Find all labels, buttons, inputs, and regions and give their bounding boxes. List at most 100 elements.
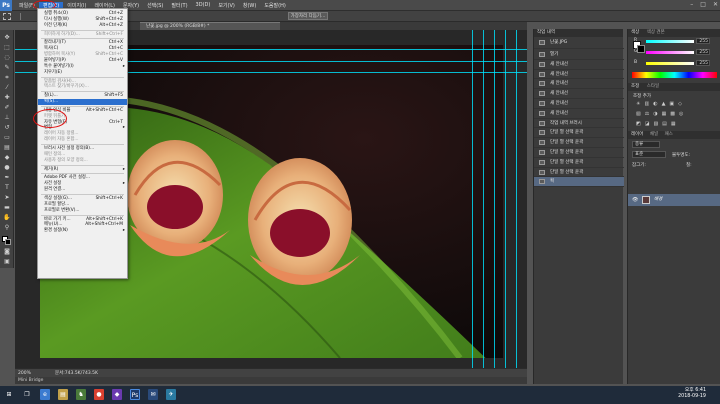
clock[interactable]: 오후 6:41 2018-09-19 xyxy=(678,388,706,400)
maximize-icon[interactable]: □ xyxy=(700,1,706,8)
layer-filter-kind[interactable]: 종류 xyxy=(632,141,660,148)
crop-tool-icon[interactable]: ⌗ xyxy=(3,74,11,81)
tab-color[interactable]: 색상 xyxy=(631,30,639,35)
shape-tool-icon[interactable]: ▬ xyxy=(3,204,11,211)
edit-menu-item[interactable]: 제거(R) ▸ xyxy=(38,167,127,173)
channel-r-value[interactable]: 255 xyxy=(696,38,710,44)
minimize-icon[interactable]: – xyxy=(690,1,693,8)
dodge-tool-icon[interactable]: ● xyxy=(3,164,11,171)
layers-panel-tabs[interactable]: 레이어 채널 패스 xyxy=(628,131,720,139)
color-spectrum-bar[interactable] xyxy=(632,72,717,78)
move-tool-icon[interactable]: ✥ xyxy=(3,34,11,41)
refine-edge-button[interactable]: 가장자리 다듬기... xyxy=(288,12,328,20)
app-icon-3[interactable]: ♞ xyxy=(76,389,86,400)
status-bar: 200% 문서:743.5K/743.5K xyxy=(15,368,527,377)
history-item[interactable]: 새 안내선 xyxy=(534,89,624,99)
close-icon[interactable]: ✕ xyxy=(713,1,718,8)
color-bg-swatch[interactable] xyxy=(637,45,645,53)
channel-g-slider[interactable] xyxy=(646,51,694,54)
app-icon-8[interactable]: ✈ xyxy=(166,389,176,400)
tab-adjustments[interactable]: 조정 xyxy=(631,84,639,89)
menu-separator xyxy=(41,29,124,31)
photoshop-taskbar-icon[interactable]: Ps xyxy=(130,389,140,400)
adjustment-icons-row2[interactable]: ▧⚖◑▦▩◎ xyxy=(636,111,687,117)
history-item[interactable]: 단일 열 선택 윤곽 xyxy=(534,138,624,148)
eraser-tool-icon[interactable]: ▭ xyxy=(3,134,11,141)
screen-mode-icon[interactable]: ▣ xyxy=(3,258,11,265)
type-tool-icon[interactable]: T xyxy=(3,184,11,191)
menu-select[interactable]: 선택(S) xyxy=(143,2,167,9)
gradient-tool-icon[interactable]: ▤ xyxy=(3,144,11,151)
history-item[interactable]: 새 안내선 xyxy=(534,109,624,119)
history-item[interactable]: 작업 내역 브러시 xyxy=(534,119,624,129)
history-panel-tab[interactable]: 작업 내역 xyxy=(534,29,623,37)
quick-select-tool-icon[interactable]: ✎ xyxy=(3,64,11,71)
channel-b-slider[interactable] xyxy=(646,62,694,65)
zoom-tool-icon[interactable]: ⚲ xyxy=(3,224,11,231)
blend-mode-select[interactable]: 표준 xyxy=(632,151,666,158)
edit-menu-item-label: 특수 붙여넣기(I) xyxy=(44,63,74,69)
visibility-eye-icon[interactable]: 👁 xyxy=(632,194,638,206)
quick-mask-icon[interactable]: ◙ xyxy=(3,248,11,255)
app-icon-4[interactable]: ● xyxy=(94,389,104,400)
adjustments-panel-tabs[interactable]: 조정 스타일 xyxy=(628,83,720,91)
app-icon-2[interactable]: ▤ xyxy=(58,389,68,400)
lasso-tool-icon[interactable]: ◌ xyxy=(3,54,11,61)
history-item[interactable]: 단일 열 선택 윤곽 xyxy=(534,148,624,158)
color-panel-tabs[interactable]: 색상 색상 견본 xyxy=(628,29,720,37)
tab-styles[interactable]: 스타일 xyxy=(647,84,659,89)
menu-window[interactable]: 창(W) xyxy=(239,2,260,9)
history-item[interactable]: 단일 열 선택 윤곽 xyxy=(534,168,624,178)
tab-layers[interactable]: 레이어 xyxy=(631,132,643,137)
history-item[interactable]: 단일 열 선택 윤곽 xyxy=(534,128,624,139)
brush-tool-icon[interactable]: ✐ xyxy=(3,104,11,111)
edit-menu-item[interactable]: 원격 연결... xyxy=(38,187,127,193)
tab-swatches[interactable]: 색상 견본 xyxy=(647,30,665,35)
edit-menu-item[interactable]: 환경 설정(N) ▸ xyxy=(38,228,127,234)
taskview-icon[interactable]: ❐ xyxy=(22,389,32,400)
history-item[interactable]: 열기 xyxy=(534,50,624,60)
edit-menu-item[interactable]: 지우기(E) xyxy=(38,70,127,76)
history-item[interactable]: 획 xyxy=(534,177,624,188)
history-item[interactable]: 단일 열 선택 윤곽 xyxy=(534,158,624,168)
history-snapshot[interactable]: 난꽃.JPG xyxy=(534,37,624,49)
eyedropper-tool-icon[interactable]: ⁄ xyxy=(3,84,11,91)
background-color-swatch[interactable] xyxy=(5,239,11,245)
document-tab[interactable]: 난꽃.jpg @ 200% (RGB/8#) * xyxy=(140,22,280,30)
clone-stamp-tool-icon[interactable]: ⊥ xyxy=(3,114,11,121)
tool-preset-icon[interactable] xyxy=(3,13,11,20)
hand-tool-icon[interactable]: ✋ xyxy=(3,214,11,221)
history-brush-tool-icon[interactable]: ↺ xyxy=(3,124,11,131)
edit-menu-item[interactable]: 프로필로 변환(V)... xyxy=(38,208,127,214)
edit-menu-item[interactable]: 이전 단계(K) Alt+Ctrl+Z xyxy=(38,23,127,29)
history-item[interactable]: 새 안내선 xyxy=(534,79,624,90)
menu-view[interactable]: 보기(V) xyxy=(214,2,239,9)
channel-b-value[interactable]: 255 xyxy=(696,60,710,66)
layer-filter-kind-label: 종류 xyxy=(635,142,644,147)
history-item[interactable]: 새 안내선 xyxy=(534,60,624,70)
marquee-tool-icon[interactable]: ⬚ xyxy=(3,44,11,51)
healing-tool-icon[interactable]: ✚ xyxy=(3,94,11,101)
mini-bridge-tab[interactable]: Mini Bridge xyxy=(15,377,527,384)
tab-paths[interactable]: 패스 xyxy=(665,132,673,137)
app-icon-1[interactable]: e xyxy=(40,389,50,400)
path-select-tool-icon[interactable]: ➤ xyxy=(3,194,11,201)
app-icon-5[interactable]: ◆ xyxy=(112,389,122,400)
menu-help[interactable]: 도움말(H) xyxy=(260,2,289,9)
history-item[interactable]: 새 안내선 xyxy=(534,99,624,109)
pen-tool-icon[interactable]: ✒ xyxy=(3,174,11,181)
edit-menu-item[interactable]: 획(S)... xyxy=(38,99,127,106)
adjustment-icons-row3[interactable]: ◩◪▨▤▦ xyxy=(636,121,680,127)
menu-filter[interactable]: 필터(T) xyxy=(167,2,191,9)
layer-row-background[interactable]: 👁 배경 xyxy=(628,194,720,206)
channel-g-value[interactable]: 255 xyxy=(696,49,710,55)
windows-start-icon[interactable]: ⊞ xyxy=(4,389,14,400)
app-icon-7[interactable]: ✉ xyxy=(148,389,158,400)
edit-menu-item-label: 텍스트 찾기/바꾸기(X)... xyxy=(44,84,89,90)
history-item[interactable]: 새 안내선 xyxy=(534,70,624,80)
adjustment-icons-row1[interactable]: ☀▥◐▲▣◇ xyxy=(636,101,686,107)
blur-tool-icon[interactable]: ◆ xyxy=(3,154,11,161)
channel-r-slider[interactable] xyxy=(646,40,694,43)
menu-3d[interactable]: 3D(D) xyxy=(192,2,215,8)
tab-channels[interactable]: 채널 xyxy=(650,132,658,137)
